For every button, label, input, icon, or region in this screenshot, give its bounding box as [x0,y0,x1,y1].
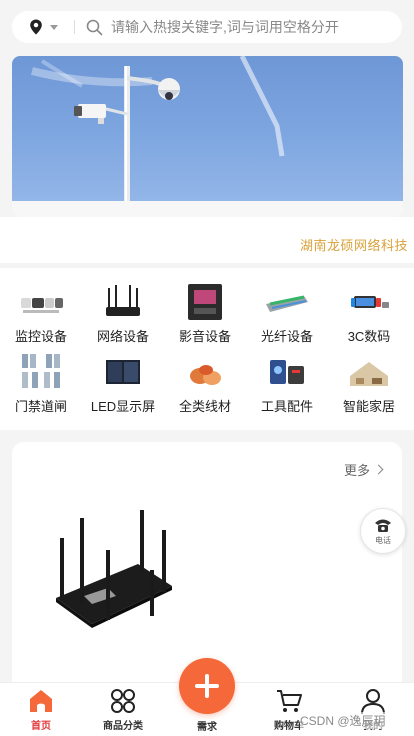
cctv-cameras-icon [21,298,63,313]
location-pin-icon [30,19,42,35]
category-item-fiber[interactable]: 光纤设备 [246,282,328,345]
category-item-smart-home[interactable]: 智能家居 [328,352,410,415]
floating-phone-button[interactable]: 电话 [360,508,406,554]
demand-fab-button[interactable] [179,658,235,714]
tab-label-demand: 需求 [197,722,217,733]
search-input[interactable] [111,19,361,35]
led-screen-icon [106,360,140,384]
notice-text: 湖南龙硕网络科技 [300,238,409,253]
category-item-av[interactable]: 影音设备 [164,282,246,345]
digital-devices-icon [351,296,389,308]
category-item-access[interactable]: 门禁道闸 [0,352,82,415]
category-grid-icon [111,689,135,713]
home-icon [30,690,52,712]
cables-icon [190,365,221,385]
category-label: LED显示屏 [90,399,156,414]
tools-icon [270,360,304,384]
av-device-icon [188,284,222,320]
cart-icon [277,690,302,712]
category-label: 工具配件 [260,399,313,414]
category-item-network[interactable]: 网络设备 [82,282,164,345]
category-label: 影音设备 [178,329,231,344]
product-router-image[interactable] [46,510,186,630]
location-selector[interactable] [12,19,74,35]
top-search-area [0,0,414,56]
router-icon [106,285,140,316]
banner-image [31,56,285,201]
smart-home-icon [350,362,388,386]
banner-footer [12,201,403,217]
chevron-right-icon [373,464,384,475]
watermark-text: CSDN @逸辰玥 [300,712,386,729]
phone-icon [375,519,391,532]
user-icon [361,689,385,715]
search-bar[interactable] [12,11,402,43]
phone-label: 电话 [375,535,391,545]
tab-label: 商品分类 [103,721,143,732]
category-item-led[interactable]: LED显示屏 [82,352,164,415]
chevron-down-icon [50,24,58,30]
more-link[interactable]: 更多 [343,460,384,479]
category-item-tools[interactable]: 工具配件 [246,352,328,415]
category-label: 监控设备 [14,329,67,344]
tab-categories[interactable]: 商品分类 [82,683,164,736]
category-label: 3C数码 [347,329,391,344]
category-label: 门禁道闸 [14,399,67,414]
category-label: 网络设备 [96,329,149,344]
category-label: 全类线材 [178,399,231,414]
tab-home[interactable]: 首页 [0,683,82,736]
access-gate-icon [22,354,60,388]
banner-carousel[interactable] [12,56,403,201]
notice-bar[interactable]: 湖南龙硕网络科技 [0,217,414,263]
category-grid: 监控设备 网络设备 影音设备 光纤设备 3C数码 门禁道闸 LED显示屏 全类线… [0,268,414,430]
category-item-surveillance[interactable]: 监控设备 [0,282,82,345]
search-icon [86,19,103,35]
category-label: 智能家居 [342,399,395,414]
fiber-panel-icon [266,295,308,312]
plus-icon [195,674,219,698]
category-item-cables[interactable]: 全类线材 [164,352,246,415]
category-label: 光纤设备 [260,329,313,344]
divider [74,20,75,34]
tab-label: 首页 [31,721,51,732]
category-item-digital[interactable]: 3C数码 [328,282,410,345]
more-label: 更多 [343,463,370,478]
